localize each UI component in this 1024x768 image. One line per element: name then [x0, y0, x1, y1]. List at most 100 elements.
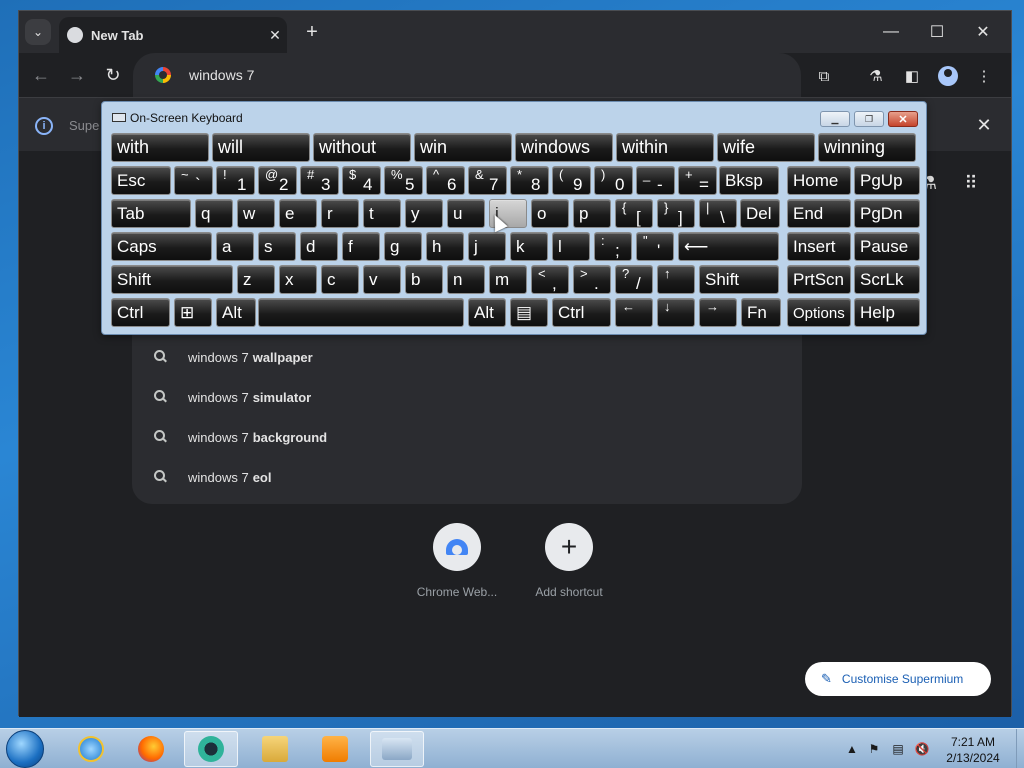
new-tab-button[interactable]: + [299, 19, 325, 45]
key-b[interactable]: b [405, 265, 443, 294]
key-6[interactable]: ^ 6 [426, 166, 465, 195]
volume-muted-icon[interactable]: 🔇 [914, 741, 930, 757]
prediction-winning[interactable]: winning [818, 133, 916, 162]
prediction-wife[interactable]: wife [717, 133, 815, 162]
shortcut-chrome-web-store[interactable]: Chrome Web... [402, 523, 512, 599]
maximize-button[interactable]: ☐ [915, 17, 959, 47]
key-4[interactable]: $4 [342, 166, 381, 195]
show-hidden-icons-icon[interactable]: ▲ [844, 741, 860, 757]
key-v[interactable]: v [363, 265, 401, 294]
key-5[interactable]: % 5 [384, 166, 423, 195]
start-button[interactable] [6, 730, 44, 768]
prediction-within[interactable]: within [616, 133, 714, 162]
taskbar-internet-explorer[interactable] [64, 731, 118, 767]
key-symbol[interactable]: ▤ [510, 298, 548, 327]
key-prtscn[interactable]: PrtScn [787, 265, 851, 294]
key-symbol[interactable]: {[ [615, 199, 653, 228]
clock[interactable]: 7:21 AM 2/13/2024 [936, 734, 1010, 766]
key-7[interactable]: & 7 [468, 166, 507, 195]
prediction-will[interactable]: will [212, 133, 310, 162]
menu-kebab-icon[interactable]: ⋮ [971, 63, 997, 89]
key-1[interactable]: ! 1 [216, 166, 255, 195]
key-home[interactable]: Home [787, 166, 851, 195]
labs-flask-icon[interactable]: ⚗ [863, 63, 889, 89]
key-pgup[interactable]: PgUp [854, 166, 920, 195]
key-h[interactable]: h [426, 232, 464, 261]
back-arrow-icon[interactable]: ← [27, 61, 55, 89]
key-symbol[interactable]: " ' [636, 232, 674, 261]
osk-close-button[interactable]: ✕ [888, 111, 918, 127]
key-esc[interactable]: Esc [111, 166, 171, 195]
key-end[interactable]: End [787, 199, 851, 228]
info-bar-close-icon[interactable]: ✕ [971, 112, 997, 138]
key-symbol[interactable]: ← [615, 298, 653, 327]
key-shift[interactable]: Shift [111, 265, 233, 294]
key-symbol[interactable]: → [699, 298, 737, 327]
key-ctrl[interactable]: Ctrl [111, 298, 170, 327]
tab-new-tab[interactable]: New Tab ✕ [59, 17, 287, 53]
key-u[interactable]: u [447, 199, 485, 228]
key-pause[interactable]: Pause [854, 232, 920, 261]
key-symbol[interactable]: }] [657, 199, 695, 228]
key-alt[interactable]: Alt [468, 298, 506, 327]
prediction-with[interactable]: with [111, 133, 209, 162]
key-caps[interactable]: Caps [111, 232, 212, 261]
key-r[interactable]: r [321, 199, 359, 228]
key-symbol[interactable]: ↑ [657, 265, 695, 294]
key-c[interactable]: c [321, 265, 359, 294]
key-x[interactable]: x [279, 265, 317, 294]
key-fn[interactable]: Fn [741, 298, 781, 327]
taskbar-media-player[interactable] [308, 731, 362, 767]
key-8[interactable]: * 8 [510, 166, 549, 195]
key-s[interactable]: s [258, 232, 296, 261]
extensions-icon[interactable]: ⧉ [811, 63, 837, 89]
tab-close-icon[interactable]: ✕ [263, 27, 287, 44]
key-z[interactable]: z [237, 265, 275, 294]
key-insert[interactable]: Insert [787, 232, 851, 261]
key-tab[interactable]: Tab [111, 199, 191, 228]
key-symbol[interactable]: ~ ` [174, 166, 213, 195]
key-e[interactable]: e [279, 199, 317, 228]
suggestion-item[interactable]: windows 7 simulator [132, 377, 802, 417]
key-d[interactable]: d [300, 232, 338, 261]
key-symbol[interactable]: | \ [699, 199, 737, 228]
key-k[interactable]: k [510, 232, 548, 261]
show-desktop-button[interactable] [1016, 729, 1024, 768]
omnibox[interactable]: windows 7 [133, 53, 801, 97]
key-symbol[interactable]: _ - [636, 166, 675, 195]
key-options[interactable]: Options [787, 298, 851, 327]
key-y[interactable]: y [405, 199, 443, 228]
taskbar-explorer[interactable] [248, 731, 302, 767]
omnibox-input[interactable]: windows 7 [189, 67, 254, 83]
side-panel-icon[interactable]: ◧ [899, 63, 925, 89]
key-shift[interactable]: Shift [699, 265, 779, 294]
suggestion-item[interactable]: windows 7 eol [132, 457, 802, 497]
key-l[interactable]: l [552, 232, 590, 261]
prediction-win[interactable]: win [414, 133, 512, 162]
key-symbol[interactable]: :; [594, 232, 632, 261]
close-window-button[interactable]: ✕ [961, 17, 1005, 47]
key-n[interactable]: n [447, 265, 485, 294]
forward-arrow-icon[interactable]: → [63, 61, 91, 89]
key-f[interactable]: f [342, 232, 380, 261]
key-symbol[interactable]: ⟵ [678, 232, 779, 261]
key-2[interactable]: @2 [258, 166, 297, 195]
prediction-windows[interactable]: windows [515, 133, 613, 162]
osk-restore-button[interactable]: ❐ [854, 111, 884, 127]
apps-grid-icon[interactable]: ⠿ [959, 171, 983, 195]
taskbar-supermium[interactable] [184, 731, 238, 767]
key-symbol[interactable]: ↓ [657, 298, 695, 327]
customise-button[interactable]: ✎ Customise Supermium [805, 662, 991, 696]
reload-icon[interactable]: ↻ [99, 61, 127, 89]
network-icon[interactable]: ▤ [890, 741, 906, 757]
key-o[interactable]: o [531, 199, 569, 228]
key-g[interactable]: g [384, 232, 422, 261]
key-q[interactable]: q [195, 199, 233, 228]
key-bksp[interactable]: Bksp [719, 166, 779, 195]
key-ctrl[interactable]: Ctrl [552, 298, 611, 327]
key-symbol[interactable]: <, [531, 265, 569, 294]
prediction-without[interactable]: without [313, 133, 411, 162]
suggestion-item[interactable]: windows 7 background [132, 417, 802, 457]
suggestion-item[interactable]: windows 7 wallpaper [132, 337, 802, 377]
key-j[interactable]: j [468, 232, 506, 261]
